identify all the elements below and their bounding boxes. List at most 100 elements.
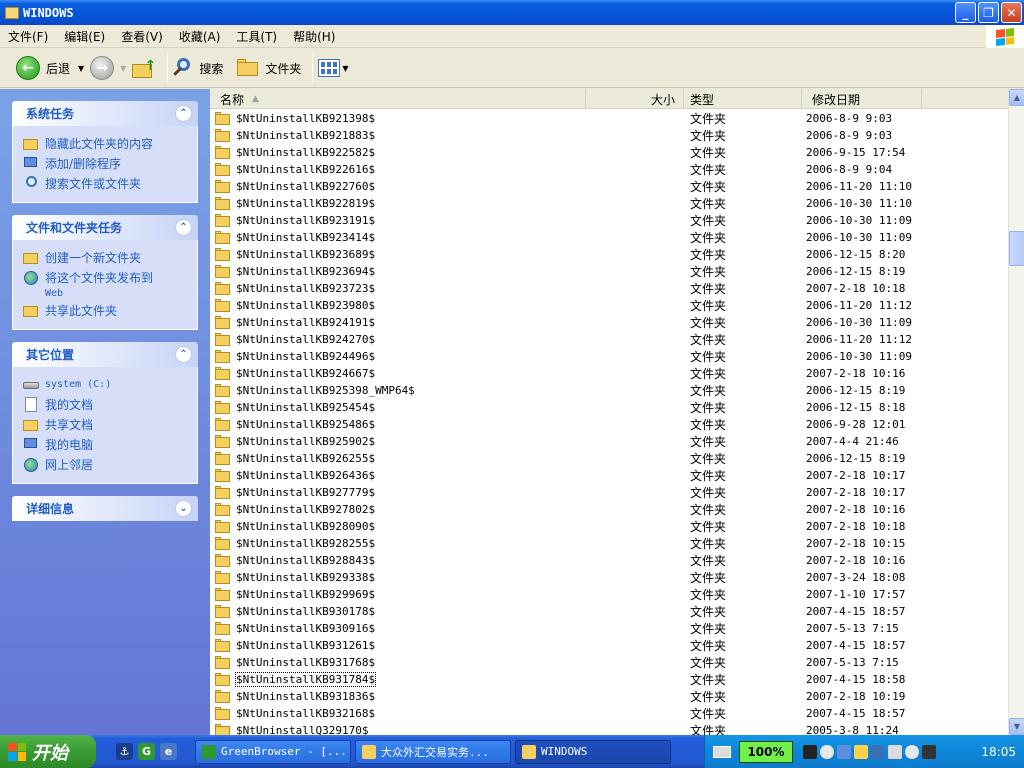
table-row[interactable]: $NtUninstallKB925454$ 文件夹 2006-12-15 8:18 <box>210 399 1008 416</box>
file-name[interactable]: $NtUninstallKB928090$ <box>236 520 375 533</box>
file-name-cell[interactable]: $NtUninstallKB923980$ <box>210 299 586 312</box>
file-name[interactable]: $NtUninstallKB928255$ <box>236 537 375 550</box>
file-name-cell[interactable]: $NtUninstallKB922819$ <box>210 197 586 210</box>
table-row[interactable]: $NtUninstallKB925398_WMP64$ 文件夹 2006-12-15… <box>210 382 1008 399</box>
table-row[interactable]: $NtUninstallKB928255$ 文件夹 2007-2-18 10:15 <box>210 535 1008 552</box>
file-name-cell[interactable]: $NtUninstallKB931836$ <box>210 690 586 703</box>
place-my-computer[interactable]: 我的电脑 <box>23 435 187 455</box>
file-name-cell[interactable]: $NtUninstallKB930916$ <box>210 622 586 635</box>
table-row[interactable]: $NtUninstallKB931836$ 文件夹 2007-2-18 10:19 <box>210 688 1008 705</box>
place-shared-documents[interactable]: 共享文档 <box>23 415 187 435</box>
table-row[interactable]: $NtUninstallKB927779$ 文件夹 2007-2-18 10:17 <box>210 484 1008 501</box>
table-row[interactable]: $NtUninstallKB923414$ 文件夹 2006-10-30 11:09 <box>210 229 1008 246</box>
file-name[interactable]: $NtUninstallKB925398_WMP64$ <box>236 384 415 397</box>
file-name[interactable]: $NtUninstallKB927779$ <box>236 486 375 499</box>
details-header[interactable]: 详细信息 ⌄ <box>12 496 198 521</box>
table-row[interactable]: $NtUninstallKB932168$ 文件夹 2007-4-15 18:57 <box>210 705 1008 722</box>
chevron-up-icon[interactable]: ⌃ <box>175 346 192 363</box>
place-my-documents[interactable]: 我的文档 <box>23 395 187 415</box>
file-name[interactable]: $NtUninstallKB923414$ <box>236 231 375 244</box>
task-new-folder[interactable]: 创建一个新文件夹 <box>23 248 187 268</box>
file-name-cell[interactable]: $NtUninstallKB925454$ <box>210 401 586 414</box>
file-name-cell[interactable]: $NtUninstallKB922582$ <box>210 146 586 159</box>
file-name-cell[interactable]: $NtUninstallKB923689$ <box>210 248 586 261</box>
file-name[interactable]: $NtUninstallKB921883$ <box>236 129 375 142</box>
file-name-cell[interactable]: $NtUninstallKB925398_WMP64$ <box>210 384 586 397</box>
table-row[interactable]: $NtUninstallKB923191$ 文件夹 2006-10-30 11:09 <box>210 212 1008 229</box>
file-name-cell[interactable]: $NtUninstallKB928255$ <box>210 537 586 550</box>
table-row[interactable]: $NtUninstallKB929338$ 文件夹 2007-3-24 18:08 <box>210 569 1008 586</box>
file-name-cell[interactable]: $NtUninstallKB923723$ <box>210 282 586 295</box>
task-forex-folder[interactable]: 大众外汇交易实务... <box>355 739 511 764</box>
file-name-cell[interactable]: $NtUninstallKB926436$ <box>210 469 586 482</box>
table-row[interactable]: $NtUninstallKB923689$ 文件夹 2006-12-15 8:20 <box>210 246 1008 263</box>
volume-icon[interactable] <box>922 744 936 759</box>
forward-button[interactable]: → ▼ <box>90 53 126 83</box>
task-share-folder[interactable]: 共享此文件夹 <box>23 301 187 321</box>
file-name-cell[interactable]: $NtUninstallKB930178$ <box>210 605 586 618</box>
file-name[interactable]: $NtUninstallKB922582$ <box>236 146 375 159</box>
file-name[interactable]: $NtUninstallKB926255$ <box>236 452 375 465</box>
file-name[interactable]: $NtUninstallKB927802$ <box>236 503 375 516</box>
menu-tools[interactable]: 工具(T) <box>228 28 285 45</box>
file-name[interactable]: $NtUninstallKB929338$ <box>236 571 375 584</box>
file-name[interactable]: $NtUninstallKB922616$ <box>236 163 375 176</box>
system-tasks-header[interactable]: 系统任务 ⌃ <box>12 101 198 126</box>
table-row[interactable]: $NtUninstallKB921883$ 文件夹 2006-8-9 9:03 <box>210 127 1008 144</box>
table-row[interactable]: $NtUninstallKB928090$ 文件夹 2007-2-18 10:18 <box>210 518 1008 535</box>
start-button[interactable]: 开始 <box>0 735 96 768</box>
task-windows-folder[interactable]: WINDOWS <box>515 739 671 764</box>
file-name-cell[interactable]: $NtUninstallKB925902$ <box>210 435 586 448</box>
file-name[interactable]: $NtUninstallKB921398$ <box>236 112 375 125</box>
file-name-cell[interactable]: $NtUninstallKB927802$ <box>210 503 586 516</box>
file-name-cell[interactable]: $NtUninstallKB922616$ <box>210 163 586 176</box>
file-name[interactable]: $NtUninstallKB928843$ <box>236 554 375 567</box>
file-name[interactable]: $NtUninstallKB932168$ <box>236 707 375 720</box>
table-row[interactable]: $NtUninstallKB924191$ 文件夹 2006-10-30 11:09 <box>210 314 1008 331</box>
vertical-scrollbar[interactable]: ▲ ▼ <box>1008 89 1024 735</box>
dropdown-arrow-icon[interactable]: ▼ <box>120 64 126 73</box>
file-name[interactable]: $NtUninstallKB931261$ <box>236 639 375 652</box>
table-row[interactable]: $NtUninstallKB927802$ 文件夹 2007-2-18 10:16 <box>210 501 1008 518</box>
table-row[interactable]: $NtUninstallKB931261$ 文件夹 2007-4-15 18:57 <box>210 637 1008 654</box>
file-name-cell[interactable]: $NtUninstallKB924667$ <box>210 367 586 380</box>
file-name[interactable]: $NtUninstallKB925902$ <box>236 435 375 448</box>
other-places-header[interactable]: 其它位置 ⌃ <box>12 342 198 367</box>
chevron-left-icon[interactable] <box>820 744 834 759</box>
file-name-cell[interactable]: $NtUninstallKB923694$ <box>210 265 586 278</box>
task-publish-web[interactable]: 将这个文件夹发布到 Web <box>23 268 187 301</box>
table-row[interactable]: $NtUninstallKB925486$ 文件夹 2006-9-28 12:01 <box>210 416 1008 433</box>
up-folder-button[interactable]: ↑ <box>132 53 156 83</box>
table-row[interactable]: $NtUninstallKB930916$ 文件夹 2007-5-13 7:15 <box>210 620 1008 637</box>
table-row[interactable]: $NtUninstallKB925902$ 文件夹 2007-4-4 21:46 <box>210 433 1008 450</box>
table-row[interactable]: $NtUninstallKB922819$ 文件夹 2006-10-30 11:10 <box>210 195 1008 212</box>
menu-help[interactable]: 帮助(H) <box>285 28 343 45</box>
table-row[interactable]: $NtUninstallKB922760$ 文件夹 2006-11-20 11:10 <box>210 178 1008 195</box>
table-row[interactable]: $NtUninstallKB923723$ 文件夹 2007-2-18 10:18 <box>210 280 1008 297</box>
file-name[interactable]: $NtUninstallKB923980$ <box>236 299 375 312</box>
column-header-type[interactable]: 类型 <box>684 89 802 109</box>
file-name-cell[interactable]: $NtUninstallKB929338$ <box>210 571 586 584</box>
anchor-icon[interactable]: ⚓ <box>116 743 133 760</box>
file-name[interactable]: $NtUninstallKB923689$ <box>236 248 375 261</box>
file-name[interactable]: $NtUninstallKB924270$ <box>236 333 375 346</box>
security-icon[interactable] <box>854 744 868 759</box>
table-row[interactable]: $NtUninstallKB922616$ 文件夹 2006-8-9 9:04 <box>210 161 1008 178</box>
table-row[interactable]: $NtUninstallKB921398$ 文件夹 2006-8-9 9:03 <box>210 110 1008 127</box>
file-name[interactable]: $NtUninstallKB923191$ <box>236 214 375 227</box>
file-name[interactable]: $NtUninstallKB922819$ <box>236 197 375 210</box>
file-name-cell[interactable]: $NtUninstallKB923414$ <box>210 231 586 244</box>
file-name[interactable]: $NtUninstallKB931784$ <box>234 672 377 687</box>
place-system-c[interactable]: system (C:) <box>23 375 187 395</box>
table-row[interactable]: $NtUninstallKB924667$ 文件夹 2007-2-18 10:16 <box>210 365 1008 382</box>
table-row[interactable]: $NtUninstallKB930178$ 文件夹 2007-4-15 18:57 <box>210 603 1008 620</box>
table-row[interactable]: $NtUninstallQ329170$ 文件夹 2005-3-8 11:24 <box>210 722 1008 735</box>
file-name-cell[interactable]: $NtUninstallQ329170$ <box>210 724 586 735</box>
file-name[interactable]: $NtUninstallKB930178$ <box>236 605 375 618</box>
column-header-size[interactable]: 大小 <box>586 89 684 109</box>
file-name-cell[interactable]: $NtUninstallKB923191$ <box>210 214 586 227</box>
maximize-button[interactable]: ❐ <box>978 2 999 23</box>
menu-view[interactable]: 查看(V) <box>113 28 171 45</box>
file-name[interactable]: $NtUninstallKB931768$ <box>236 656 375 669</box>
menu-edit[interactable]: 编辑(E) <box>56 28 113 45</box>
